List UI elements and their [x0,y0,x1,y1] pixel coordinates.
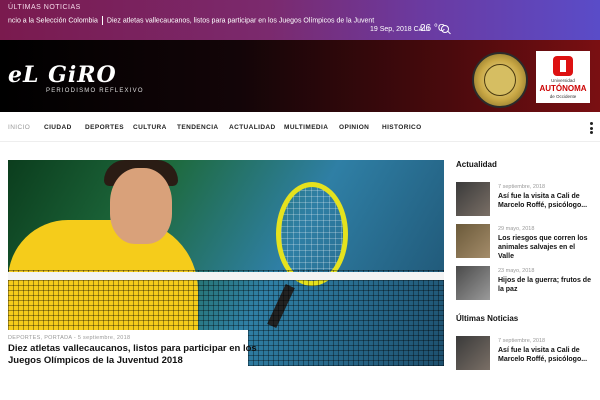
site-logo[interactable]: eL GiRO [8,62,117,88]
list-item[interactable]: 7 septiembre, 2018 Así fue la visita a C… [456,336,592,370]
uao-logo[interactable]: Universidad AUTÓNOMA de Occidente [536,51,590,103]
top-bar: ÚLTIMAS NOTICIAS ncio a la Selección Col… [0,0,600,40]
uao-mark-icon [553,56,573,76]
article-date: 23 mayo, 2018 [498,268,535,274]
main-nav: INICIO CIUDAD DEPORTES CULTURA TENDENCIA… [0,112,600,142]
nav-item-cultura[interactable]: CULTURA [133,124,167,131]
uao-line3: de Occidente [549,94,577,99]
nav-item-opinion[interactable]: OPINION [339,124,369,131]
nav-item-actualidad[interactable]: ACTUALIDAD [229,124,276,131]
nav-item-multimedia[interactable]: MULTIMEDIA [284,124,328,131]
more-menu-icon[interactable] [590,122,593,134]
list-item[interactable]: 7 septiembre, 2018 Así fue la visita a C… [456,182,592,216]
ultimas-noticias-heading: Últimas Noticias [456,314,519,323]
ticker-separator [101,16,103,25]
uao-line1: Universidad [551,78,575,83]
article-date: 7 septiembre, 2018 [498,184,546,190]
article-date: 29 mayo, 2018 [498,226,535,232]
nav-item-tendencia[interactable]: TENDENCIA [177,124,219,131]
article-thumbnail[interactable] [456,182,490,216]
article-title[interactable]: Así fue la visita a Cali de Marcelo Roff… [498,192,592,210]
article-date: 7 septiembre, 2018 [498,338,546,344]
article-thumbnail[interactable] [456,336,490,370]
uao-line2: AUTÓNOMA [539,84,587,93]
search-icon[interactable] [441,25,449,33]
article-thumbnail[interactable] [456,266,490,300]
article-title[interactable]: Así fue la visita a Cali de Marcelo Roff… [498,346,592,364]
nav-item-inicio[interactable]: INICIO [8,124,30,131]
hero-meta[interactable]: DEPORTES, PORTADA - 5 septiembre, 2018 [8,335,130,341]
news-ticker[interactable]: ncio a la Selección Colombia Diez atletas… [8,16,374,25]
nav-item-deportes[interactable]: DEPORTES [85,124,124,131]
ticker-item-right[interactable]: Diez atletas vallecaucanos, listos para … [107,17,374,24]
article-title[interactable]: Hijos de la guerra; frutos de la paz [498,276,592,294]
ticker-title: ÚLTIMAS NOTICIAS [8,4,81,11]
nav-item-ciudad[interactable]: CIUDAD [44,124,72,131]
site-slogan: PERIODISMO REFLEXIVO [46,88,144,94]
ticker-item-left[interactable]: ncio a la Selección Colombia [8,17,98,24]
hero-player-head [110,168,172,244]
seal-emblem-icon [484,64,516,96]
nav-item-historico[interactable]: HISTORICO [382,124,422,131]
article-title[interactable]: Los riesgos que corren los animales salv… [498,234,592,261]
list-item[interactable]: 23 mayo, 2018 Hijos de la guerra; frutos… [456,266,592,300]
actualidad-heading: Actualidad [456,160,497,169]
hero-title[interactable]: Diez atletas vallecaucanos, listos para … [8,343,258,367]
net-band [8,272,444,280]
list-item[interactable]: 29 mayo, 2018 Los riesgos que corren los… [456,224,592,261]
article-thumbnail[interactable] [456,224,490,258]
accreditation-seal[interactable] [472,52,528,108]
